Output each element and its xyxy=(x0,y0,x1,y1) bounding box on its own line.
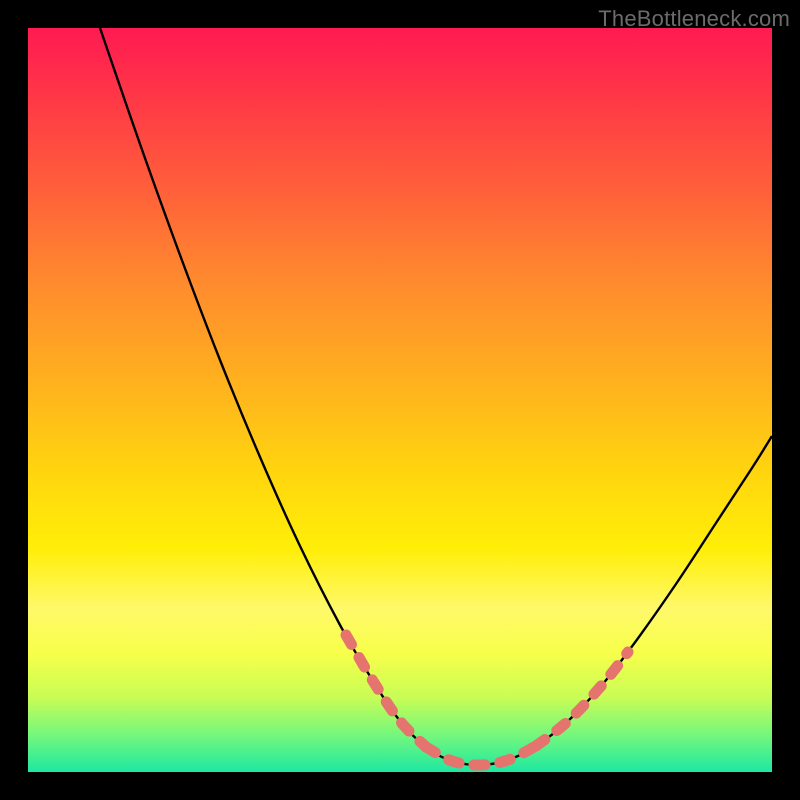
bottleneck-curve xyxy=(100,28,772,765)
plot-area xyxy=(28,28,772,772)
highlight-band-left xyxy=(346,635,426,747)
highlight-band-bottom xyxy=(426,746,536,765)
watermark-text: TheBottleneck.com xyxy=(598,6,790,32)
chart-frame: TheBottleneck.com xyxy=(0,0,800,800)
highlight-band-right xyxy=(536,652,628,746)
curve-svg xyxy=(28,28,772,772)
